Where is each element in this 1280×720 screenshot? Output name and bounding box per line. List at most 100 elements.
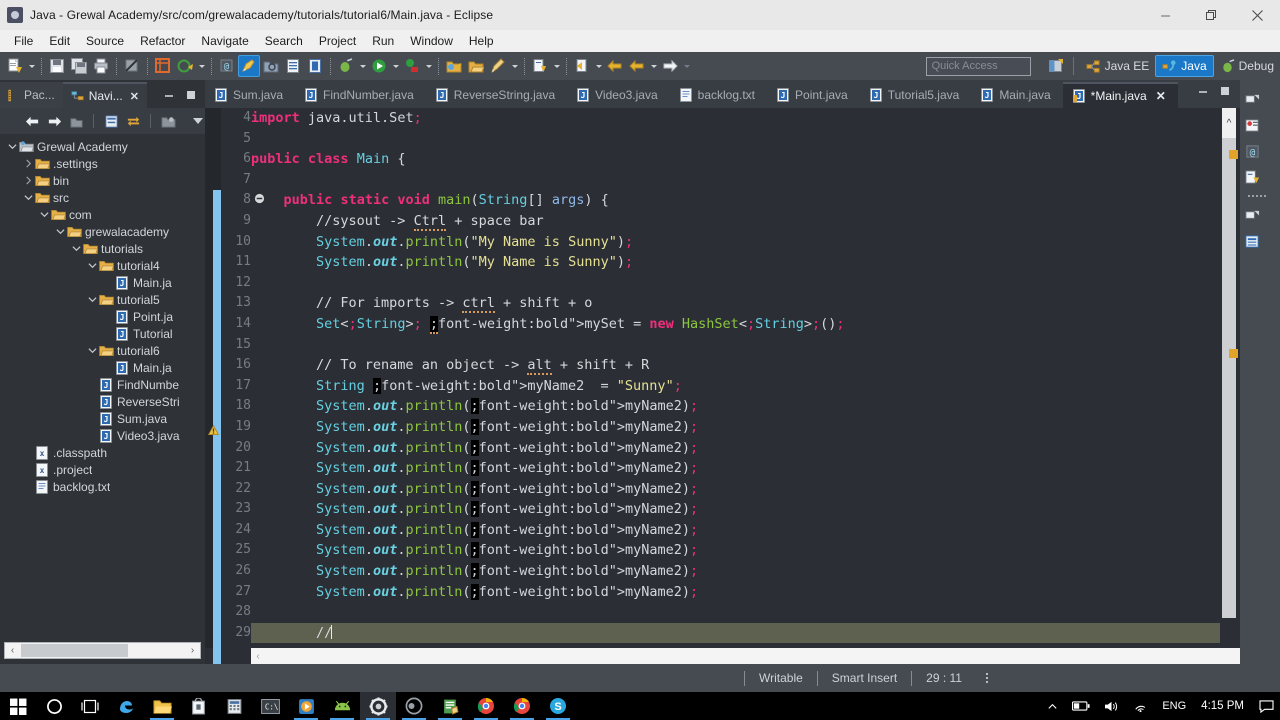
- eclipse-button[interactable]: [360, 692, 396, 720]
- menu-window[interactable]: Window: [402, 31, 461, 51]
- editor-tab-sumjava[interactable]: J Sum.java: [205, 82, 295, 108]
- notepad-button[interactable]: [432, 692, 468, 720]
- battery-icon[interactable]: [1065, 692, 1097, 720]
- fast-view-handle[interactable]: [1240, 190, 1280, 202]
- tree-item-classpath[interactable]: x .classpath: [0, 444, 205, 461]
- run-dropdown-icon[interactable]: [390, 55, 401, 77]
- open-folder-icon[interactable]: [465, 55, 487, 77]
- code-line[interactable]: [251, 129, 1220, 150]
- quick-access-input[interactable]: Quick Access: [925, 56, 1031, 76]
- edge-button[interactable]: [108, 692, 144, 720]
- tree-item-backlogtxt[interactable]: backlog.txt: [0, 478, 205, 495]
- debug-dropdown-icon[interactable]: [357, 55, 368, 77]
- code-line[interactable]: //sysout -> Ctrl + space bar: [251, 211, 1220, 232]
- tree-item-com[interactable]: com: [0, 206, 205, 223]
- external-tools-dropdown-icon[interactable]: [423, 55, 434, 77]
- code-line[interactable]: System.out.println(;font-weight:bold">my…: [251, 438, 1220, 459]
- java-editor[interactable]: 4 5 6 7 8 9 10 11 12 13 14 15 16 17 18 19 20 21 22 23 24 25 26…: [205, 108, 1240, 664]
- menu-edit[interactable]: Edit: [41, 31, 78, 51]
- forward-dropdown-icon[interactable]: [681, 55, 692, 77]
- menu-source[interactable]: Source: [78, 31, 132, 51]
- toggle-mark-occurrences-icon[interactable]: [238, 55, 260, 77]
- editor-tab-pointjava[interactable]: J Point.java: [767, 82, 860, 108]
- new-dropdown-icon[interactable]: [26, 55, 37, 77]
- editor-tab-mainjava[interactable]: J *Main.java ✕: [1062, 82, 1178, 108]
- code-line[interactable]: System.out.println(;font-weight:bold">my…: [251, 417, 1220, 438]
- chevron-down-icon[interactable]: [86, 291, 98, 308]
- run-icon[interactable]: [368, 55, 390, 77]
- code-line[interactable]: import java.util.Set;: [251, 108, 1220, 129]
- chevron-down-icon[interactable]: [38, 206, 50, 223]
- chevron-down-icon[interactable]: [22, 189, 34, 206]
- chrome-button-1[interactable]: [468, 692, 504, 720]
- tree-item-grewalacademy[interactable]: Grewal Academy: [0, 138, 205, 155]
- chevron-down-icon[interactable]: [6, 138, 18, 155]
- code-line[interactable]: System.out.println("My Name is Sunny");: [251, 232, 1220, 253]
- perspective-debug[interactable]: Debug: [1214, 55, 1280, 77]
- tree-item-tutorials[interactable]: tutorials: [0, 240, 205, 257]
- tree-item-settings[interactable]: .settings: [0, 155, 205, 172]
- open-task-icon[interactable]: [282, 55, 304, 77]
- menu-run[interactable]: Run: [364, 31, 402, 51]
- editor-horizontal-scrollbar[interactable]: ‹: [251, 648, 1240, 664]
- new-class-icon[interactable]: [174, 55, 196, 77]
- maximize-view-icon[interactable]: [1219, 85, 1231, 100]
- minimize-view-icon[interactable]: [1197, 85, 1209, 100]
- filter-icon[interactable]: [158, 111, 178, 131]
- next-annotation-icon[interactable]: [529, 55, 551, 77]
- forward-icon[interactable]: [659, 55, 681, 77]
- code-line[interactable]: [251, 602, 1220, 623]
- code-line[interactable]: Set<;String>; ;font-weight:bold">mySet =…: [251, 314, 1220, 335]
- editor-tab-mainjava[interactable]: J Main.java: [971, 82, 1062, 108]
- menu-navigate[interactable]: Navigate: [193, 31, 256, 51]
- minimize-icon[interactable]: [1142, 0, 1188, 30]
- declaration-view-icon[interactable]: [1240, 164, 1280, 190]
- annotation-prev-icon[interactable]: @: [216, 55, 238, 77]
- tree-item-tutorial6[interactable]: tutorial6: [0, 342, 205, 359]
- new-class-dropdown-icon[interactable]: [196, 55, 207, 77]
- code-line[interactable]: System.out.println(;font-weight:bold">my…: [251, 479, 1220, 500]
- menu-file[interactable]: File: [6, 31, 41, 51]
- close-icon[interactable]: ✕: [1156, 89, 1166, 103]
- view-tab-package-explorer[interactable]: Pac...: [0, 82, 63, 108]
- menu-project[interactable]: Project: [311, 31, 364, 51]
- tree-item-project[interactable]: x .project: [0, 461, 205, 478]
- editor-tab-video3java[interactable]: J Video3.java: [567, 82, 670, 108]
- editor-tab-findnumberjava[interactable]: J FindNumber.java: [295, 82, 426, 108]
- tree-item-mainja[interactable]: J Main.ja: [0, 274, 205, 291]
- forward-icon[interactable]: [44, 111, 64, 131]
- problems-view-icon[interactable]: [1240, 112, 1280, 138]
- scroll-right-icon[interactable]: ›: [185, 645, 200, 656]
- restore-view-icon[interactable]: [1240, 86, 1280, 112]
- back-dropdown-icon[interactable]: [648, 55, 659, 77]
- chevron-right-icon[interactable]: [22, 172, 34, 189]
- tree-item-tutorial[interactable]: J Tutorial: [0, 325, 205, 342]
- save-icon[interactable]: [46, 55, 68, 77]
- code-line[interactable]: System.out.println(;font-weight:bold">my…: [251, 499, 1220, 520]
- maximize-view-icon[interactable]: [185, 89, 197, 104]
- media-player-button[interactable]: [288, 692, 324, 720]
- outline-view-icon[interactable]: [1240, 228, 1280, 254]
- debug-icon[interactable]: [335, 55, 357, 77]
- warning-marker-icon[interactable]: [207, 424, 220, 437]
- tree-item-src[interactable]: src: [0, 189, 205, 206]
- code-line[interactable]: System.out.println(;font-weight:bold">my…: [251, 458, 1220, 479]
- status-insert-mode[interactable]: Smart Insert: [832, 671, 897, 685]
- chevron-right-icon[interactable]: [22, 155, 34, 172]
- tree-item-mainja[interactable]: J Main.ja: [0, 359, 205, 376]
- chevron-up-icon[interactable]: [1040, 692, 1065, 720]
- run-external-tools-icon[interactable]: [401, 55, 423, 77]
- terminal-button[interactable]: C:\: [252, 692, 288, 720]
- start-button[interactable]: [0, 692, 36, 720]
- code-content[interactable]: import java.util.Set; public class Main …: [251, 108, 1220, 648]
- navigator-horizontal-scrollbar[interactable]: ‹ ›: [4, 642, 201, 659]
- code-line[interactable]: [251, 273, 1220, 294]
- code-line[interactable]: // To rename an object -> alt + shift + …: [251, 355, 1220, 376]
- console-restore-icon[interactable]: [1240, 202, 1280, 228]
- chevron-down-icon[interactable]: [86, 342, 98, 359]
- tree-item-grewalacademy[interactable]: grewalacademy: [0, 223, 205, 240]
- view-tab-navigator[interactable]: Navi... ✕: [62, 82, 147, 108]
- editor-tab-reversestringjava[interactable]: J ReverseString.java: [426, 82, 567, 108]
- code-line[interactable]: System.out.println(;font-weight:bold">my…: [251, 396, 1220, 417]
- menu-search[interactable]: Search: [257, 31, 311, 51]
